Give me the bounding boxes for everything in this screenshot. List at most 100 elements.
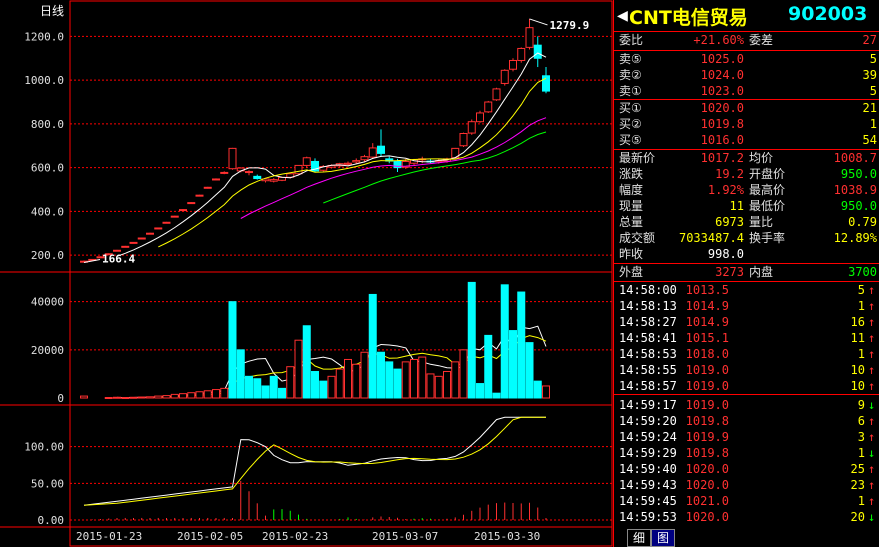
candle-body <box>484 101 493 113</box>
stat-value: 11 <box>729 199 744 213</box>
quote-stat-row: 昨收 998.0 <box>619 247 877 262</box>
price-tick-label: 1000.0 <box>24 74 64 87</box>
tick-volume: 9 <box>857 398 865 412</box>
ask-row: 卖① 1023.0 5 <box>619 84 877 99</box>
tick-price: 1014.9 <box>685 315 729 329</box>
volume-bar <box>426 373 435 399</box>
candle-body <box>129 241 138 244</box>
volume-bar <box>434 375 443 399</box>
volume-bar <box>278 387 286 399</box>
tick-row: 14:59:45 1021.0 1 ↑ <box>619 494 877 509</box>
candle-body <box>146 232 154 235</box>
indicator-slow-line <box>83 416 546 506</box>
candle-body <box>137 237 146 240</box>
indicator-tick-label: 0.00 <box>38 514 65 527</box>
tick-price: 1019.0 <box>685 363 729 377</box>
candle-body <box>500 69 509 84</box>
quote-stat-row: 总量 6973 量比 0.79 <box>619 215 877 230</box>
volume-bar <box>269 375 278 399</box>
ask-row: 卖⑤ 1025.0 5 <box>619 52 877 67</box>
volume-bar <box>352 363 361 399</box>
tick-volume: 23 <box>850 478 865 492</box>
volume-bar <box>311 371 319 399</box>
volume-bar <box>154 395 163 399</box>
bid-volume: 21 <box>862 101 877 115</box>
tab-chart[interactable]: 图 <box>651 529 675 547</box>
quote-stat-row: 成交额 7033487.4 换手率 12.89% <box>619 231 877 246</box>
ask-volume: 39 <box>862 68 877 82</box>
ask-volume: 5 <box>869 52 877 66</box>
chart-title: 日线 <box>40 4 64 18</box>
volume-tick-label: 40000 <box>31 296 64 309</box>
tick-price: 1015.1 <box>685 331 729 345</box>
candle-body <box>113 249 121 252</box>
ma30-line <box>323 131 547 204</box>
volume-bar <box>451 361 460 399</box>
candle-body <box>467 121 476 134</box>
candle-body <box>195 194 204 197</box>
candle-body <box>269 179 278 182</box>
tick-price: 1020.0 <box>685 462 729 476</box>
tick-volume: 20 <box>850 510 865 524</box>
volume-bar <box>179 393 187 399</box>
volume-bar <box>418 356 427 399</box>
price-tick-label: 200.0 <box>31 249 64 262</box>
candle-body <box>253 175 262 180</box>
candle-body <box>212 178 220 181</box>
price-tick-label: 400.0 <box>31 205 64 218</box>
tick-volume: 10 <box>850 363 865 377</box>
volume-bar <box>228 301 237 399</box>
tick-volume: 6 <box>857 414 865 428</box>
up-arrow-icon: ↑ <box>868 430 876 444</box>
volume-bar <box>319 380 328 399</box>
volume-bar <box>459 349 468 399</box>
tick-price: 1013.5 <box>685 283 729 297</box>
tick-row: 14:59:24 1019.9 3 ↑ <box>619 430 877 445</box>
up-arrow-icon: ↑ <box>868 379 876 393</box>
up-arrow-icon: ↑ <box>868 414 876 428</box>
candle-body <box>179 209 187 212</box>
volume-bar <box>121 397 130 400</box>
up-arrow-icon: ↑ <box>868 283 876 297</box>
volume-bar <box>443 371 451 399</box>
stat-value: 1008.7 <box>833 151 877 165</box>
tick-price: 1020.0 <box>685 478 729 492</box>
tick-volume: 3 <box>857 430 865 444</box>
stat-value: 998.0 <box>707 247 744 261</box>
tick-price: 1019.9 <box>685 430 729 444</box>
up-arrow-icon: ↑ <box>868 478 876 492</box>
x-axis-label: 2015-02-23 <box>262 530 328 543</box>
tick-price: 1021.0 <box>685 494 729 508</box>
bid-volume: 1 <box>869 117 877 131</box>
bid-volume: 54 <box>862 133 877 147</box>
weibi-row: 委比 +21.60% 委差 27 <box>619 33 877 48</box>
volume-bar <box>368 293 377 399</box>
ma5-line <box>116 52 547 257</box>
stat-value: 1.92% <box>707 183 744 197</box>
tick-volume: 25 <box>850 462 865 476</box>
tick-row: 14:58:00 1013.5 5 ↑ <box>619 283 877 298</box>
candle-body <box>459 133 468 147</box>
tick-row: 14:58:57 1019.0 10 ↑ <box>619 379 877 394</box>
up-arrow-icon: ↑ <box>868 494 876 508</box>
candle-body <box>203 186 212 189</box>
volume-bar <box>492 392 501 399</box>
volume-bar <box>137 396 146 399</box>
kline-chart[interactable]: 日线 1200.0 1000.0 800.0 600.0 400.0 200.0 40000… <box>0 0 613 547</box>
bid-price: 1016.0 <box>700 133 744 147</box>
candle-body <box>368 147 377 158</box>
down-arrow-icon: ↓ <box>868 446 876 460</box>
tab-detail[interactable]: 细 <box>627 529 651 547</box>
candle-body <box>476 112 484 123</box>
candle-body <box>525 27 534 48</box>
candle-body <box>344 162 352 165</box>
stat-value: 0.79 <box>848 215 877 229</box>
stat-value: 950.0 <box>840 167 877 181</box>
stat-value: 1017.2 <box>700 151 744 165</box>
volume-bar <box>509 330 517 399</box>
back-arrow-icon[interactable]: ◀ <box>617 5 628 26</box>
volume-bar <box>385 361 394 399</box>
candle-body <box>294 164 303 175</box>
up-arrow-icon: ↑ <box>868 462 876 476</box>
volume-bar <box>360 351 369 399</box>
